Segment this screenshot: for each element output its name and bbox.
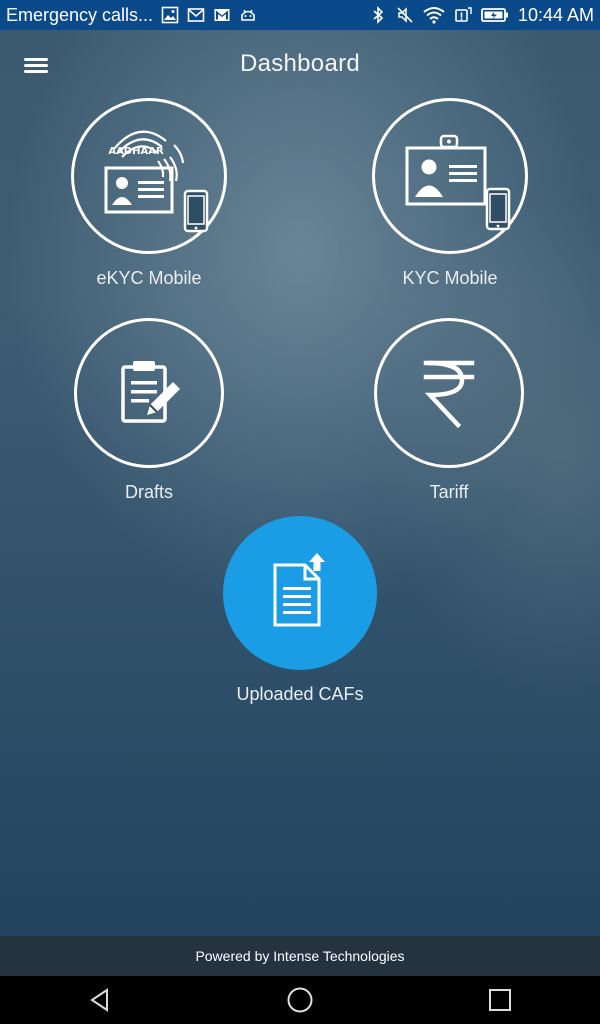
- mail-icon: [187, 6, 205, 24]
- bluetooth-icon: [369, 6, 387, 24]
- clipboard-edit-icon: [74, 318, 224, 468]
- battery-icon: [481, 6, 509, 24]
- navigation-bar: [0, 976, 600, 1024]
- mute-icon: [396, 6, 414, 24]
- tile-ekyc-mobile[interactable]: AADHAAR eKYC Mobile: [39, 98, 259, 289]
- tile-label: Tariff: [429, 482, 469, 502]
- status-bar: Emergency calls... 10:44 AM: [0, 0, 600, 30]
- footer: Powered by Intense Technologies: [0, 936, 600, 976]
- footer-text: Powered by Intense Technologies: [195, 948, 405, 964]
- alert-icon: [454, 6, 472, 24]
- tile-uploaded-cafs[interactable]: Uploaded CAFs: [190, 516, 410, 705]
- document-upload-icon: [223, 516, 377, 670]
- recents-icon: [489, 989, 511, 1011]
- recents-button[interactable]: [470, 976, 530, 1024]
- home-button[interactable]: [270, 976, 330, 1024]
- gmail-icon: [213, 6, 231, 24]
- tile-label: Uploaded CAFs: [236, 684, 364, 704]
- aadhaar-badge: AADHAAR: [108, 146, 164, 157]
- status-right: 10:44 AM: [369, 5, 594, 26]
- tile-kyc-mobile[interactable]: KYC Mobile: [340, 98, 560, 289]
- tile-label: Drafts: [124, 482, 173, 502]
- id-card-mobile-icon: [372, 98, 528, 254]
- status-left: Emergency calls...: [6, 5, 257, 26]
- aadhaar-ekyc-icon: AADHAAR: [71, 98, 227, 254]
- android-icon: [239, 6, 257, 24]
- tile-tariff[interactable]: Tariff: [339, 318, 559, 503]
- tile-label: KYC Mobile: [402, 268, 498, 288]
- tile-label: eKYC Mobile: [96, 268, 202, 288]
- page-title: Dashboard: [239, 50, 361, 77]
- back-button[interactable]: [70, 976, 130, 1024]
- back-icon: [90, 988, 108, 1012]
- home-icon: [287, 987, 313, 1013]
- notification-text: Emergency calls...: [6, 4, 154, 25]
- tile-drafts[interactable]: Drafts: [39, 318, 259, 503]
- status-time: 10:44 AM: [517, 4, 594, 25]
- image-icon: [161, 6, 179, 24]
- wifi-icon: [423, 6, 445, 24]
- rupee-icon: [374, 318, 524, 468]
- dashboard-screen: Dashboard AADHAAR eKYC Mobile KYC Mobile…: [0, 30, 600, 936]
